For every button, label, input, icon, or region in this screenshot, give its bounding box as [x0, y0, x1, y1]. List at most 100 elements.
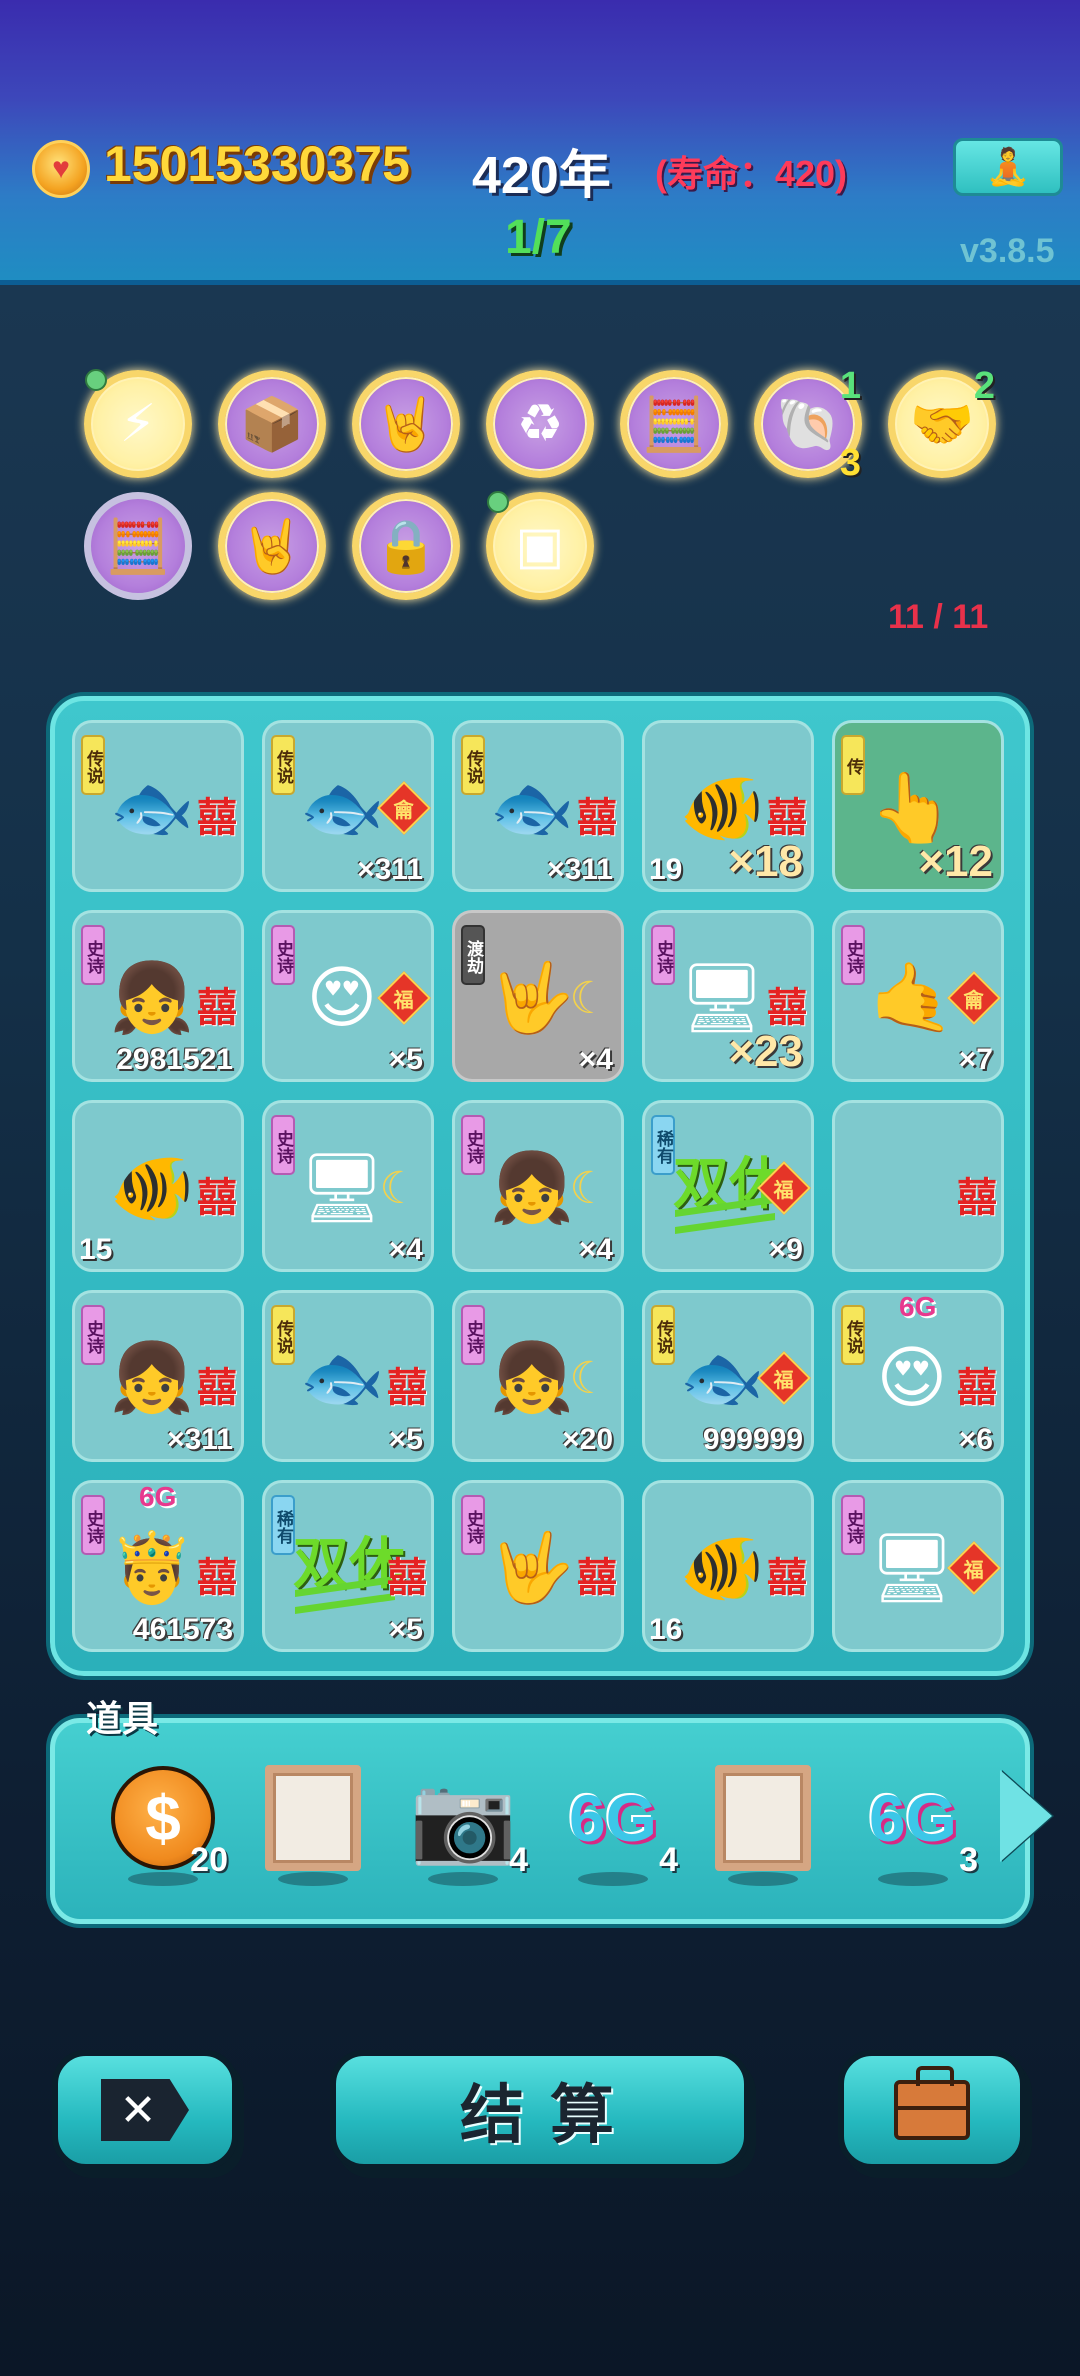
item-slot[interactable] — [708, 1758, 818, 1886]
board-tile[interactable]: 传说 🐟 福 999999 — [642, 1290, 814, 1462]
picture-frame-icon — [265, 1765, 361, 1871]
double-happiness-icon: 囍 — [957, 1366, 997, 1410]
6g-label: 6G — [899, 1291, 937, 1322]
item-count: 4 — [659, 1841, 678, 1879]
meditate-button[interactable]: 🧘 — [953, 138, 1063, 196]
relic-slot[interactable]: 🔒 — [352, 492, 460, 600]
tile-multiplier: ×20 — [562, 1423, 613, 1456]
relic-slot[interactable]: 🧮 — [84, 492, 192, 600]
relic-slot[interactable]: ♻ — [486, 370, 594, 478]
board-tile[interactable]: 渡劫 🤟 ☾ ×4 — [452, 910, 624, 1082]
next-arrow-icon[interactable] — [1000, 1770, 1052, 1862]
tile-multiplier: ×12 — [918, 837, 993, 886]
math-nerd-icon: 🧮 — [105, 517, 171, 576]
board-tile[interactable]: 传说 😍 囍 6G ×6 — [832, 1290, 1004, 1462]
koi-fish-icon: 🐟 — [109, 770, 195, 846]
board-tile[interactable]: 史诗 😍 福 ×5 — [262, 910, 434, 1082]
item-slot[interactable]: 6G 3 — [858, 1758, 978, 1886]
tile-multiplier: ×311 — [167, 1423, 233, 1456]
relic-count-top: 1 — [839, 365, 861, 407]
board-tile[interactable]: 史诗 👧 ☾ ×4 — [452, 1100, 624, 1272]
tile-number: 15 — [79, 1233, 113, 1266]
tile-multiplier: ×23 — [728, 1027, 803, 1076]
relic-slot[interactable]: ⚡ — [84, 369, 192, 478]
double-happiness-icon: 囍 — [577, 1556, 617, 1600]
board-tile[interactable]: 传说 🐟 囍 ×5 — [262, 1290, 434, 1462]
round-counter: 1/7 — [505, 211, 572, 264]
board-tile[interactable]: 囍 — [832, 1100, 1004, 1272]
math-nerd-icon: 🧮 — [641, 395, 707, 454]
item-slot[interactable]: 📷 4 — [408, 1758, 528, 1886]
item-slot[interactable]: 6G 4 — [558, 1758, 678, 1886]
tile-multiplier: ×4 — [388, 1233, 423, 1266]
item-count: 20 — [190, 1841, 228, 1879]
tile-multiplier: ×18 — [728, 837, 803, 886]
coin-amount: 15015330375 — [104, 136, 410, 192]
close-button[interactable]: ✕ — [52, 2050, 238, 2170]
board-tile[interactable]: 🐠 囍 15 — [72, 1100, 244, 1272]
item-slot[interactable] — [258, 1758, 368, 1886]
rarity-tag: 稀有 — [651, 1115, 675, 1175]
settle-button-label: 结算 — [460, 2079, 640, 2151]
tissue-box-icon: 📦 — [239, 395, 305, 454]
tile-multiplier: ×5 — [388, 1613, 423, 1646]
tile-multiplier: ×311 — [547, 853, 613, 886]
board-tile[interactable]: 传说 🐟 囍 ×311 — [452, 720, 624, 892]
year-counter: 420年 — [472, 147, 611, 205]
koi-fish-icon: 🐟 — [489, 770, 575, 846]
double-happiness-icon: 囍 — [387, 1556, 427, 1600]
double-happiness-icon: 囍 — [387, 1366, 427, 1410]
board-tile[interactable]: 史诗 🖥 囍 ×23 — [642, 910, 814, 1082]
gray-hand-icon: 🤟 — [489, 1530, 575, 1606]
fortune-badge-label: 龠 — [964, 989, 984, 1012]
items-label: 道具 — [86, 1698, 159, 1739]
relic-count-bottom: 3 — [839, 442, 861, 484]
top-status-bar: ♥ 15015330375 420年 (寿命：420) 🧘 1/7 v3.8.5 — [0, 0, 1080, 285]
board-tile[interactable]: 传 👆 ×12 — [832, 720, 1004, 892]
bag-button[interactable] — [838, 2050, 1026, 2170]
item-slot[interactable]: $20 — [108, 1758, 228, 1886]
item-shadow — [128, 1872, 198, 1886]
board-tile[interactable]: 传说 🐟 龠 ×311 — [262, 720, 434, 892]
recycle-icon: ♻ — [516, 395, 564, 453]
board-tile[interactable]: 史诗 👧 囍 2981521 — [72, 910, 244, 1082]
relic-slot[interactable]: 🤝 2 — [888, 365, 996, 478]
board-tile[interactable]: 史诗 🤴 囍 6G 461573 — [72, 1480, 244, 1652]
crowned-king-icon: 🤴 — [109, 1530, 195, 1606]
fortune-badge-label: 福 — [964, 1559, 984, 1582]
board-tile[interactable]: 史诗 🤟 囍 — [452, 1480, 624, 1652]
relic-slot[interactable]: 🧮 — [620, 370, 728, 478]
board-tile[interactable]: 稀有 双休福 ×9 — [642, 1100, 814, 1272]
item-shadow — [728, 1872, 798, 1886]
board-tile[interactable]: 史诗 👧 ☾ ×20 — [452, 1290, 624, 1462]
relic-slot[interactable]: 📦 — [218, 370, 326, 478]
board-tile[interactable]: 🐠 囍 19 ×18 — [642, 720, 814, 892]
relic-slot[interactable]: 🐚 1 3 — [754, 365, 862, 484]
board-tile[interactable]: 传说 🐟 囍 — [72, 720, 244, 892]
tile-multiplier: 999999 — [702, 1423, 803, 1456]
tile-multiplier: ×4 — [578, 1233, 613, 1266]
relic-slot[interactable]: ▣ — [486, 491, 594, 600]
board-tile[interactable]: 🐠 囍 16 — [642, 1480, 814, 1652]
moon-icon: ☾ — [379, 1164, 419, 1213]
board-tile[interactable]: 史诗 🤙 龠 ×7 — [832, 910, 1004, 1082]
board-tile[interactable]: 史诗 🖥 福 — [832, 1480, 1004, 1652]
camera-icon: 📷 — [409, 1770, 517, 1867]
board-tile[interactable]: 稀有 双休囍 ×5 — [262, 1480, 434, 1652]
heart-eyes-man-icon: 😍 — [876, 1339, 948, 1416]
item-shadow — [428, 1872, 498, 1886]
tile-number: 16 — [649, 1613, 683, 1646]
tile-multiplier: ×311 — [357, 853, 423, 886]
board-tile[interactable]: 史诗 👧 囍 ×311 — [72, 1290, 244, 1462]
relic-slot[interactable]: 🤘 — [352, 370, 460, 478]
pin-icon — [487, 491, 509, 513]
settle-button[interactable]: 结算 — [330, 2050, 750, 2170]
item-shadow — [878, 1872, 948, 1886]
double-happiness-icon: 囍 — [767, 1556, 807, 1600]
6g-label: 6G — [139, 1481, 177, 1512]
board-tile[interactable]: 史诗 🖥 ☾ ×4 — [262, 1100, 434, 1272]
fortune-badge-label: 福 — [774, 1179, 794, 1202]
handshake-icon: 🤝 — [909, 395, 975, 454]
relic-slot[interactable]: 🤘 — [218, 492, 326, 600]
tile-multiplier: ×9 — [768, 1233, 803, 1266]
